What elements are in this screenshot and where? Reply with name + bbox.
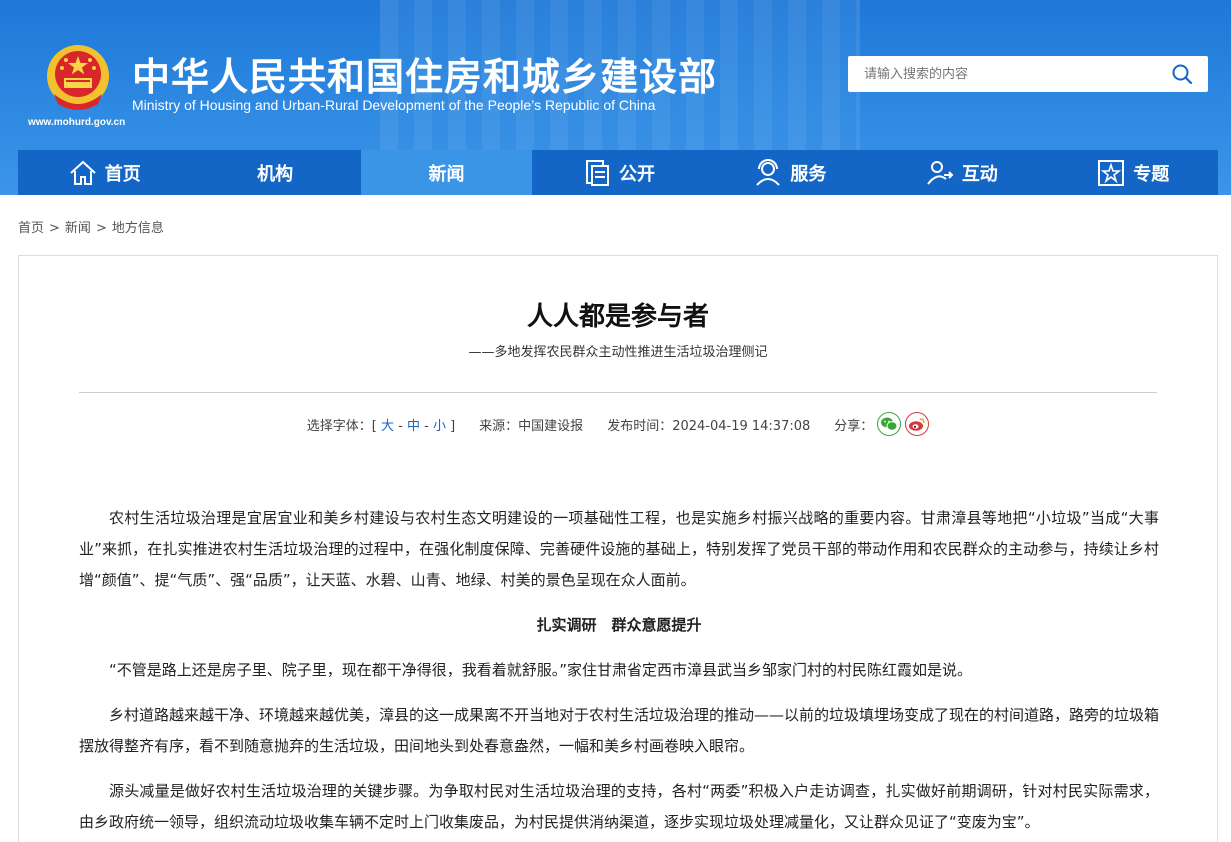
search-box bbox=[848, 56, 1208, 92]
article-paragraph: “不管是路上还是房子里、院子里，现在都干净得很，我看着就舒服。”家住甘肃省定西市… bbox=[109, 661, 973, 679]
nav-item-label: 服务 bbox=[790, 163, 827, 185]
weibo-share-button[interactable] bbox=[905, 412, 930, 436]
article-section-heading: 扎实调研 群众意愿提升 bbox=[536, 616, 702, 634]
nav-item-interaction[interactable]: 互动 bbox=[875, 150, 1046, 195]
font-size-close: ] bbox=[450, 418, 456, 434]
breadcrumb-local-info[interactable]: 地方信息 bbox=[112, 221, 164, 236]
article-paragraph: 源头减量是做好农村生活垃圾治理的关键步骤。为争取村民对生活垃圾治理的支持，各村“… bbox=[79, 782, 1159, 831]
site-url: www.mohurd.gov.cn bbox=[28, 117, 126, 128]
font-size-dash: - bbox=[424, 418, 429, 434]
title-divider bbox=[79, 392, 1157, 393]
share-label: 分享： bbox=[834, 418, 874, 434]
search-input[interactable] bbox=[848, 56, 1156, 92]
nav-item-topics[interactable]: 专题 bbox=[1047, 150, 1218, 195]
font-size-label: 选择字体：[ bbox=[306, 418, 377, 434]
star-icon bbox=[1098, 159, 1125, 186]
document-icon bbox=[585, 159, 609, 186]
nav-item-label: 专题 bbox=[1133, 163, 1170, 185]
search-icon bbox=[1172, 64, 1193, 85]
home-icon bbox=[70, 160, 96, 185]
nav-item-organization[interactable]: 机构 bbox=[189, 150, 360, 195]
breadcrumb-separator: > bbox=[49, 221, 60, 236]
site-title: 中华人民共和国住房和城乡建设部 bbox=[132, 55, 718, 99]
font-size-large[interactable]: 大 bbox=[381, 419, 394, 434]
breadcrumb-news[interactable]: 新闻 bbox=[65, 221, 91, 236]
national-emblem-icon[interactable] bbox=[44, 42, 112, 114]
search-button[interactable] bbox=[1156, 56, 1208, 92]
nav-item-service[interactable]: 服务 bbox=[704, 150, 875, 195]
breadcrumb-home[interactable]: 首页 bbox=[18, 221, 44, 236]
wechat-icon bbox=[881, 417, 898, 431]
nav-item-public[interactable]: 公开 bbox=[532, 150, 703, 195]
service-icon bbox=[756, 158, 781, 186]
font-size-selector: 选择字体：[ 大 - 中 - 小 ] bbox=[307, 415, 455, 434]
weibo-icon bbox=[909, 418, 925, 431]
nav-item-label: 新闻 bbox=[428, 163, 465, 185]
nav-item-label: 公开 bbox=[618, 163, 655, 185]
font-size-dash: - bbox=[398, 418, 403, 434]
wechat-share-button[interactable] bbox=[877, 412, 902, 436]
nav-item-label: 首页 bbox=[104, 163, 141, 185]
site-subtitle: Ministry of Housing and Urban-Rural Deve… bbox=[132, 97, 656, 113]
article-paragraph: 农村生活垃圾治理是宜居宜业和美乡村建设与农村生态文明建设的一项基础性工程，也是实… bbox=[79, 509, 1159, 589]
article-paragraph: 乡村道路越来越干净、环境越来越优美，漳县的这一成果离不开当地对于农村生活垃圾治理… bbox=[79, 706, 1160, 755]
article-body: 农村生活垃圾治理是宜居宜业和美乡村建设与农村生态文明建设的一项基础性工程，也是实… bbox=[79, 503, 1159, 842]
interaction-icon bbox=[927, 160, 954, 185]
breadcrumb-separator: > bbox=[95, 221, 107, 236]
nav-item-label: 机构 bbox=[257, 163, 294, 185]
article-title: 人人都是参与者 bbox=[526, 302, 709, 332]
article-container: 人人都是参与者 ——多地发挥农民群众主动性推进生活垃圾治理侧记 选择字体：[ 大… bbox=[18, 255, 1218, 842]
nav-item-news[interactable]: 新闻 bbox=[360, 150, 533, 195]
breadcrumb: 首页 > 新闻 > 地方信息 bbox=[18, 217, 164, 236]
font-size-medium[interactable]: 中 bbox=[407, 419, 420, 434]
nav-item-home[interactable]: 首页 bbox=[18, 150, 189, 195]
font-size-small[interactable]: 小 bbox=[433, 419, 446, 434]
article-source: 来源：中国建设报 bbox=[479, 418, 584, 434]
article-subtitle: ——多地发挥农民群众主动性推进生活垃圾治理侧记 bbox=[468, 345, 768, 360]
article-meta: 选择字体：[ 大 - 中 - 小 ] 来源：中国建设报 发布时间：2024-04… bbox=[19, 412, 1217, 436]
nav-item-label: 互动 bbox=[961, 163, 998, 185]
publish-time: 发布时间：2024-04-19 14:37:08 bbox=[607, 418, 811, 434]
main-nav: 首页 机构 新闻 公开 服务 互动 专题 bbox=[18, 150, 1218, 195]
